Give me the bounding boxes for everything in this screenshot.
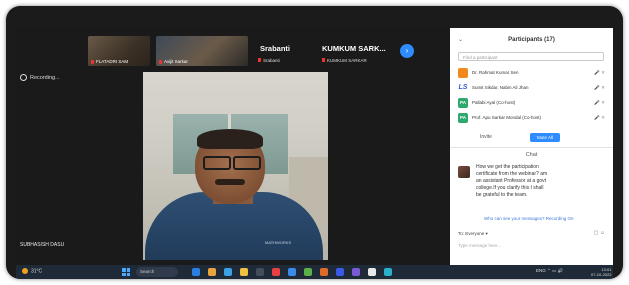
- taskbar-clock[interactable]: 13:01 07-10-2022: [591, 267, 611, 277]
- chat-recipient-select[interactable]: To: Everyone ▾: [458, 231, 488, 237]
- participant-tile-name: KUMKUM SARK...: [322, 44, 386, 53]
- recording-indicator: Recording...: [20, 74, 60, 81]
- chat-sender-avatar: [458, 166, 470, 178]
- participant-name-tile[interactable]: KUMKUM SARK... KUMKUM SARKAR: [316, 36, 396, 66]
- participant-row[interactable]: PA Pallabi Ayal (Co-host) 🎤 ✕: [458, 98, 608, 109]
- thumbnail-label: Avijit Sarkar: [159, 59, 188, 64]
- participant-actions: Invite Mute All: [450, 132, 613, 144]
- participant-thumbnail[interactable]: FLATADRI SAM: [88, 36, 150, 66]
- chat-title: Chat: [525, 152, 538, 158]
- right-panel: ⌄ Participants (17) Find a participant D…: [450, 28, 613, 265]
- participant-name: Sumit Sikdar, Nabin Ali Jhan: [472, 85, 529, 90]
- participant-status-icons: 🎤 ✕: [594, 100, 605, 105]
- meeting-stage: FLATADRI SAM Avijit Sarkar Srabanti Srab…: [16, 28, 450, 265]
- mute-all-button[interactable]: Mute All: [530, 133, 560, 142]
- sun-icon: [22, 268, 28, 274]
- participant-avatar: PA: [458, 98, 468, 108]
- start-icon[interactable]: [122, 268, 130, 276]
- muted-mic-icon: [322, 58, 325, 62]
- panel-divider: [450, 147, 613, 148]
- windows-taskbar: 31°C Search ENG ⌃ ▭ 🔊 13:01 07-10-2022: [16, 265, 613, 279]
- taskbar-app-icon[interactable]: [304, 268, 312, 276]
- system-tray[interactable]: ENG ⌃ ▭ 🔊: [536, 268, 563, 274]
- participant-avatar: [458, 68, 468, 78]
- participant-name: Dr. Rahmat Kumar Sen: [472, 70, 519, 75]
- participants-title: Participants (17): [508, 37, 555, 43]
- speaker-hair: [197, 129, 263, 149]
- participant-status-icons: 🎤 ✕: [594, 115, 605, 120]
- participant-row[interactable]: Dr. Rahmat Kumar Sen 🎤 ✕: [458, 68, 608, 79]
- chat-tools-icons[interactable]: ▢ ☺: [594, 230, 605, 236]
- muted-mic-icon: [258, 58, 261, 62]
- chat-message-line: be grateful to the team.: [476, 192, 528, 198]
- chat-visibility-note[interactable]: Who can see your messages? Recording On: [484, 216, 574, 221]
- thumbnail-label: FLATADRI SAM: [91, 59, 128, 64]
- taskbar-app-icon[interactable]: [240, 268, 248, 276]
- taskbar-app-icon[interactable]: [224, 268, 232, 276]
- taskbar-app-icon[interactable]: [320, 268, 328, 276]
- jacket-brand-text: MATHWORKS: [265, 240, 292, 245]
- participant-avatar: PA: [458, 113, 468, 123]
- chat-message: How we get the participation certificate…: [476, 164, 596, 199]
- taskbar-app-icon[interactable]: [384, 268, 392, 276]
- chat-message-input[interactable]: Type message here...: [458, 240, 606, 252]
- participant-thumbnail[interactable]: Avijit Sarkar: [156, 36, 248, 66]
- zoom-window: FLATADRI SAM Avijit Sarkar Srabanti Srab…: [6, 6, 623, 279]
- taskbar-app-icon[interactable]: [352, 268, 360, 276]
- chat-message-line: college.If you clarify this I shall: [476, 185, 544, 191]
- taskbar-app-icon[interactable]: [368, 268, 376, 276]
- participant-status-icons: 🎤 ✕: [594, 85, 605, 90]
- active-speaker-video[interactable]: MATHWORKS: [143, 72, 328, 260]
- recording-icon: [20, 74, 27, 81]
- taskbar-app-icon[interactable]: [336, 268, 344, 276]
- speaker-mustache: [215, 179, 245, 185]
- speaker-name-label: SUBHASISH DASU: [20, 242, 65, 248]
- speaker-glasses: [201, 156, 261, 170]
- participant-status-icons: 🎤 ✕: [594, 70, 605, 75]
- chat-message-line: How we get the participation: [476, 164, 539, 170]
- participant-row[interactable]: LS Sumit Sikdar, Nabin Ali Jhan 🎤 ✕: [458, 83, 608, 94]
- participant-name: Prof. Apu Sarkar Mondal (Co-host): [472, 115, 542, 120]
- clock-date: 07-10-2022: [591, 272, 612, 277]
- taskbar-app-icon[interactable]: [256, 268, 264, 276]
- taskbar-search[interactable]: Search: [136, 267, 178, 277]
- muted-mic-icon: [91, 59, 94, 64]
- participant-tile-label: Srabanti: [258, 58, 280, 63]
- taskbar-app-icon[interactable]: [272, 268, 280, 276]
- next-page-button[interactable]: ›: [400, 44, 414, 58]
- invite-button[interactable]: Invite: [480, 134, 492, 140]
- participant-search-input[interactable]: Find a participant: [458, 52, 604, 61]
- taskbar-app-icon[interactable]: [192, 268, 200, 276]
- participant-avatar: LS: [458, 83, 468, 93]
- participant-name: Pallabi Ayal (Co-host): [472, 100, 516, 105]
- muted-mic-icon: [159, 59, 162, 64]
- chat-message-line: certificate from the webinar? am: [476, 171, 548, 177]
- weather-widget[interactable]: 31°C: [22, 268, 42, 274]
- taskbar-app-icon[interactable]: [208, 268, 216, 276]
- participant-row[interactable]: PA Prof. Apu Sarkar Mondal (Co-host) 🎤 ✕: [458, 113, 608, 124]
- participant-tile-name: Srabanti: [260, 44, 291, 53]
- participant-tile-label: KUMKUM SARKAR: [322, 58, 367, 63]
- taskbar-app-icon[interactable]: [288, 268, 296, 276]
- chat-message-line: an assistant Professor at a govt: [476, 178, 547, 184]
- participant-name-tile[interactable]: Srabanti Srabanti: [250, 36, 316, 66]
